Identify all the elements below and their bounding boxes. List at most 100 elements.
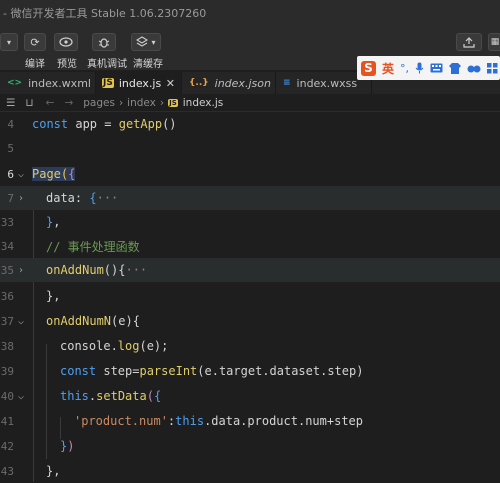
code-line: 5 xyxy=(0,136,500,160)
code-line: 42 }) xyxy=(0,434,500,458)
grid-icon: ▦ xyxy=(490,37,500,47)
tab-index-wxml[interactable]: <> index.wxml xyxy=(0,72,96,94)
code-line: 37 ⌵ onAddNumN(e){ xyxy=(0,309,500,333)
fold-open-icon[interactable]: ⌵ xyxy=(18,169,24,180)
breadcrumb: ☰ ⊔ ← → pages › index › JS index.js xyxy=(0,94,500,112)
fold-closed-icon[interactable]: › xyxy=(18,265,24,276)
skin-icon[interactable] xyxy=(449,62,462,74)
json-file-icon: {..} xyxy=(189,78,209,88)
line-number: 6 xyxy=(7,167,14,181)
preview-label: 预览 xyxy=(57,59,77,70)
line-code: console.log(e); xyxy=(60,339,169,353)
ime-mode-toggle[interactable]: 英 xyxy=(382,60,394,77)
ime-toolbar: S 英 °, xyxy=(357,56,500,80)
fold-closed-icon[interactable]: › xyxy=(18,193,24,204)
line-code: }, xyxy=(46,289,61,303)
code-line: 35 › onAddNum(){··· xyxy=(0,258,500,282)
ime-punctuation-toggle[interactable]: °, xyxy=(400,62,409,75)
menu-grid-icon[interactable] xyxy=(487,62,498,74)
line-number: 37 xyxy=(0,314,14,328)
code-line: 4 const app = getApp() xyxy=(0,112,500,136)
fold-open-icon[interactable]: ⌵ xyxy=(18,391,24,402)
version-manager-button[interactable]: ▦ xyxy=(488,33,500,51)
code-line: 38 console.log(e); xyxy=(0,334,500,358)
tab-label: index.json xyxy=(214,76,271,90)
line-number: 41 xyxy=(0,414,14,428)
line-number: 34 xyxy=(0,239,14,253)
sogou-logo-icon: S xyxy=(361,60,376,76)
layers-icon xyxy=(136,36,149,47)
refresh-icon: ⟳ xyxy=(30,35,40,49)
mode-dropdown-button[interactable]: ▾ xyxy=(0,33,18,51)
line-code: // 事件处理函数 xyxy=(46,239,140,254)
wxss-file-icon: ≡ xyxy=(283,78,291,88)
line-code: data: {··· xyxy=(46,191,119,205)
tab-label: index.js xyxy=(118,76,162,90)
chevron-right-icon: › xyxy=(159,96,165,109)
code-line: 7 › data: {··· xyxy=(0,186,500,210)
line-number: 43 xyxy=(0,464,14,478)
tab-index-json[interactable]: {..} index.json xyxy=(182,72,276,94)
line-number: 5 xyxy=(7,141,14,155)
back-arrow-icon[interactable]: ← xyxy=(46,97,55,109)
line-code: }) xyxy=(60,439,75,453)
breadcrumb-item[interactable]: pages xyxy=(83,97,115,109)
compile-button[interactable]: ⟳ xyxy=(24,33,46,51)
code-line: 34 // 事件处理函数 xyxy=(0,234,500,258)
breadcrumb-item[interactable]: index.js xyxy=(183,97,223,109)
line-code: onAddNum(){··· xyxy=(46,263,148,277)
chevron-right-icon: › xyxy=(118,96,124,109)
preview-button[interactable] xyxy=(54,33,78,51)
line-code: 'product.num':this.data.product.num+step xyxy=(74,414,364,428)
fold-open-icon[interactable]: ⌵ xyxy=(18,316,24,327)
code-line: 43 }, xyxy=(0,459,500,483)
line-code: }, xyxy=(46,215,61,229)
code-editor[interactable]: 4 const app = getApp() 5 6 ⌵ Page({ 7 › … xyxy=(0,112,500,482)
window-title: - 微信开发者工具 Stable 1.06.2307260 xyxy=(3,7,207,20)
line-number: 39 xyxy=(0,364,14,378)
compile-label: 编译 xyxy=(25,59,45,70)
clear-cache-button[interactable]: ▾ xyxy=(131,33,161,51)
line-code: const step=parseInt(e.target.dataset.ste… xyxy=(60,364,364,378)
tab-label: index.wxss xyxy=(296,76,358,90)
line-code: Page({ xyxy=(32,167,76,181)
tab-index-js[interactable]: JS index.js ✕ xyxy=(96,72,182,94)
line-number: 33 xyxy=(0,215,14,229)
bug-icon xyxy=(98,38,110,48)
window-title-bar: - 微信开发者工具 Stable 1.06.2307260 xyxy=(0,0,500,26)
chevron-down-icon: ▾ xyxy=(151,37,156,47)
toolbox-icon[interactable] xyxy=(467,63,481,74)
forward-arrow-icon[interactable]: → xyxy=(64,97,73,109)
upload-button[interactable] xyxy=(456,33,482,51)
line-code: onAddNumN(e){ xyxy=(46,314,140,328)
bookmark-icon[interactable]: ⊔ xyxy=(25,97,33,109)
tab-label: index.wxml xyxy=(28,76,91,90)
line-code: this.setData({ xyxy=(60,389,162,403)
remote-debug-label: 真机调试 xyxy=(87,59,127,70)
line-number: 40 xyxy=(0,389,14,403)
line-number: 4 xyxy=(7,117,14,131)
code-line: 6 ⌵ Page({ xyxy=(0,162,500,186)
line-number: 38 xyxy=(0,339,14,353)
hamburger-icon[interactable]: ☰ xyxy=(6,97,15,109)
line-number: 7 xyxy=(7,191,14,205)
eye-icon xyxy=(59,37,73,47)
remote-debug-button[interactable] xyxy=(92,33,116,51)
line-code: const app = getApp() xyxy=(32,117,177,131)
microphone-icon[interactable] xyxy=(415,62,424,74)
js-file-icon: JS xyxy=(102,78,114,88)
upload-icon xyxy=(463,37,475,48)
close-icon[interactable]: ✕ xyxy=(166,77,175,90)
clear-cache-label: 清缓存 xyxy=(133,59,163,70)
code-line: 39 const step=parseInt(e.target.dataset.… xyxy=(0,359,500,383)
line-number: 36 xyxy=(0,289,14,303)
code-line: 40 ⌵ this.setData({ xyxy=(0,384,500,408)
line-code: }, xyxy=(46,464,61,478)
wxml-file-icon: <> xyxy=(7,78,23,88)
keyboard-icon[interactable] xyxy=(430,63,443,73)
code-line: 33 }, xyxy=(0,210,500,234)
breadcrumb-item[interactable]: index xyxy=(127,97,156,109)
line-number: 42 xyxy=(0,439,14,453)
chevron-down-icon: ▾ xyxy=(6,37,11,47)
code-line: 36 }, xyxy=(0,284,500,308)
